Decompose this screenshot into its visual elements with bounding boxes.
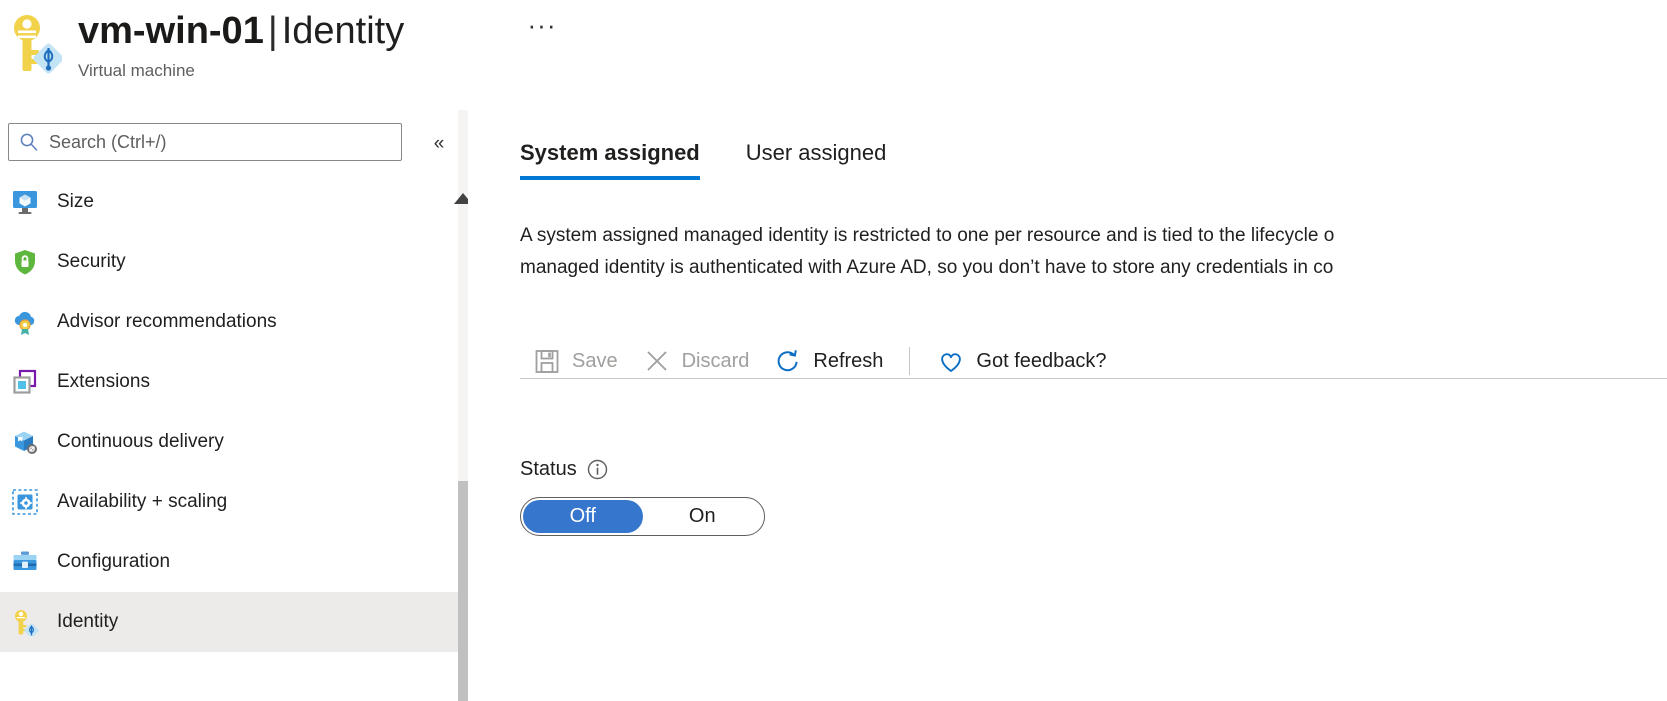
command-bar: Save Discard Refresh Got feedback? xyxy=(520,332,1667,390)
sidebar-nav-list: Size Security Advisor recommendations Ex… xyxy=(0,172,458,701)
monitor-size-icon xyxy=(13,191,37,214)
availability-scaling-icon xyxy=(12,489,38,515)
shield-lock-icon xyxy=(15,250,35,275)
sidebar-item-security[interactable]: Security xyxy=(0,232,458,292)
resource-name: vm-win-01 xyxy=(78,10,264,52)
key-identity-icon xyxy=(15,610,39,636)
command-label: Save xyxy=(572,349,618,372)
sidebar-item-identity[interactable]: Identity xyxy=(0,592,458,652)
status-toggle-on-option[interactable]: On xyxy=(643,500,763,533)
toolbox-configuration-icon xyxy=(13,551,37,570)
sidebar-item-label: Advisor recommendations xyxy=(57,311,277,332)
identity-tabs: System assigned User assigned xyxy=(520,140,886,180)
page-title: vm-win-01 | Identity Virtual machine xyxy=(78,6,404,82)
blade-name: Identity xyxy=(281,10,405,52)
sidebar-item-advisor-recommendations[interactable]: Advisor recommendations xyxy=(0,292,458,352)
status-toggle[interactable]: Off On xyxy=(520,497,765,536)
command-label: Refresh xyxy=(813,349,884,372)
sidebar-item-label: Security xyxy=(57,251,126,272)
command-label: Got feedback? xyxy=(976,349,1107,372)
status-label-row: Status xyxy=(520,458,765,481)
discard-x-icon xyxy=(646,351,667,371)
extensions-icon xyxy=(13,369,37,394)
description-line-1: A system assigned managed identity is re… xyxy=(520,225,1335,246)
search-box[interactable] xyxy=(8,123,402,161)
sidebar-item-extensions[interactable]: Extensions xyxy=(0,352,458,412)
sidebar-item-label: Extensions xyxy=(57,371,150,392)
refresh-icon xyxy=(778,350,798,372)
identity-description: A system assigned managed identity is re… xyxy=(520,220,1667,284)
cloud-award-icon xyxy=(14,311,35,335)
search-input[interactable] xyxy=(47,130,377,154)
command-bar-rule xyxy=(520,378,1667,379)
sidebar-item-label: Configuration xyxy=(57,551,171,572)
identity-content-panel: System assigned User assigned A system a… xyxy=(468,110,1667,701)
tab-system-assigned[interactable]: System assigned xyxy=(520,140,700,180)
key-ad-icon xyxy=(14,15,62,74)
more-menu-icon[interactable]: ··· xyxy=(524,12,560,46)
sidebar-item-configuration[interactable]: Configuration xyxy=(0,532,458,592)
command-bar-divider xyxy=(909,347,911,375)
sidebar-item-size[interactable]: Size xyxy=(0,172,458,232)
status-toggle-off-option[interactable]: Off xyxy=(523,500,643,533)
sidebar-item-availability-scaling[interactable]: Availability + scaling xyxy=(0,472,458,532)
package-delivery-icon xyxy=(15,431,37,454)
description-line-2: managed identity is authenticated with A… xyxy=(520,257,1334,278)
sidebar-item-label: Availability + scaling xyxy=(57,491,228,512)
sidebar-item-label: Identity xyxy=(57,611,119,632)
save-disk-icon xyxy=(535,350,559,373)
resource-type-subtitle: Virtual machine xyxy=(78,61,195,80)
blade-header: vm-win-01 | Identity Virtual machine ··· xyxy=(0,0,1667,110)
heart-feedback-icon xyxy=(941,353,962,372)
scroll-up-arrow-icon[interactable] xyxy=(458,186,468,208)
azure-portal-identity-blade: vm-win-01|Identity Virtual machine ··· « xyxy=(0,0,1667,701)
search-icon xyxy=(20,133,38,151)
sidebar-scrollbar-thumb[interactable] xyxy=(458,481,468,701)
status-section: Status Off On xyxy=(520,458,765,536)
title-separator: | xyxy=(267,10,278,52)
sidebar-search-row: « xyxy=(0,110,458,172)
sidebar-item-label: Size xyxy=(57,191,94,212)
info-circle-icon[interactable] xyxy=(587,459,608,480)
blade-sidebar: « Size Security xyxy=(0,110,458,701)
sidebar-item-continuous-delivery[interactable]: Continuous delivery xyxy=(0,412,458,472)
tab-user-assigned[interactable]: User assigned xyxy=(746,140,887,180)
status-label: Status xyxy=(520,458,577,480)
collapse-sidebar-icon[interactable]: « xyxy=(426,134,452,156)
command-label: Discard xyxy=(681,349,750,372)
sidebar-item-label: Continuous delivery xyxy=(57,431,224,452)
